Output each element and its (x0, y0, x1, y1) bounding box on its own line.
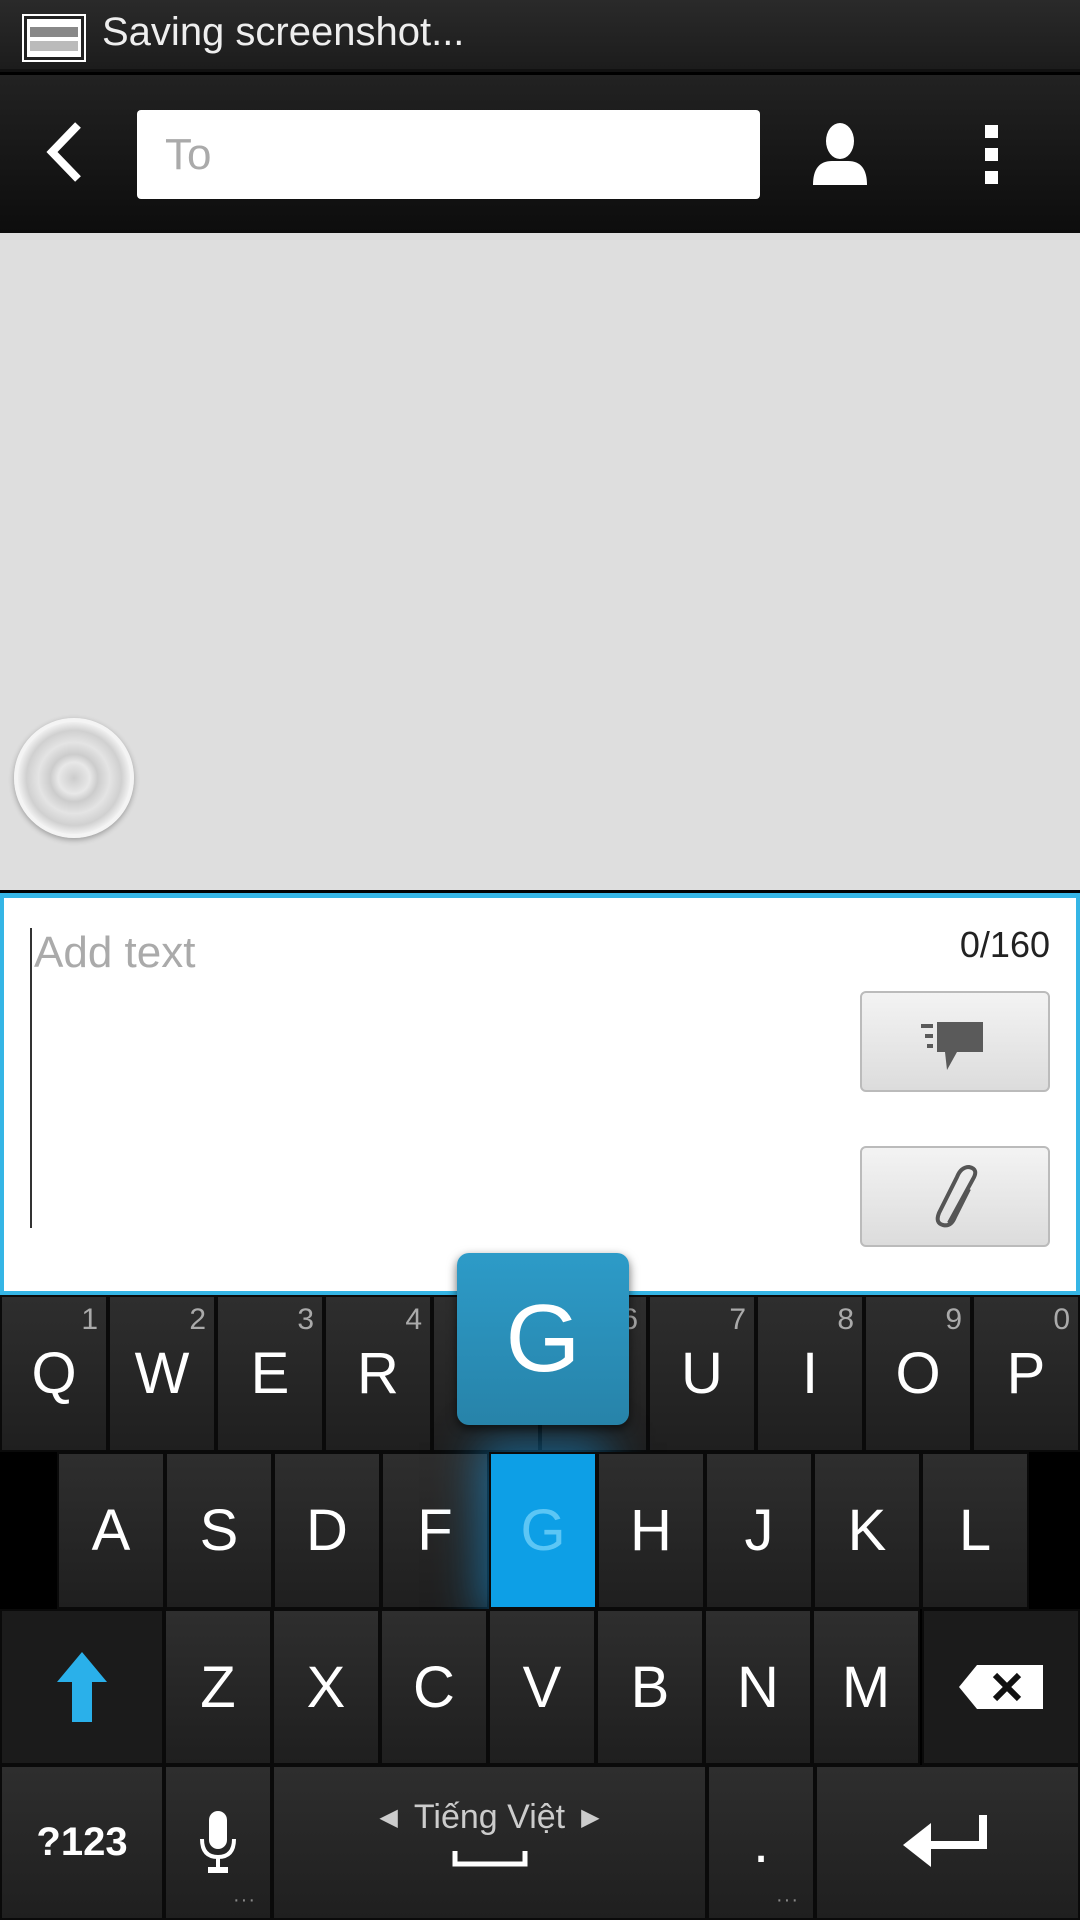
key-hint: 2 (189, 1303, 206, 1336)
key-hint: 3 (297, 1303, 314, 1336)
overflow-menu-button[interactable] (985, 125, 1005, 185)
key-e[interactable]: E3 (216, 1295, 324, 1452)
key-label: G (520, 1498, 566, 1563)
key-label: I (801, 1341, 819, 1406)
key-label: V (522, 1654, 562, 1720)
key-r[interactable]: R4 (324, 1295, 432, 1452)
send-message-icon (921, 1021, 983, 1070)
language-label: Tiếng Việt (413, 1798, 566, 1836)
key-m[interactable]: M (812, 1609, 920, 1765)
key-s[interactable]: S (165, 1452, 273, 1609)
shift-key[interactable] (0, 1609, 164, 1765)
key-label: K (847, 1498, 887, 1563)
key-label: Q (31, 1341, 77, 1406)
key-label: R (357, 1341, 399, 1406)
floating-assist-button[interactable] (14, 718, 134, 838)
language-prev-icon: ◀ (379, 1804, 398, 1831)
key-q[interactable]: Q1 (0, 1295, 108, 1452)
key-i[interactable]: I8 (756, 1295, 864, 1452)
key-x[interactable]: X (272, 1609, 380, 1765)
key-label: X (306, 1654, 346, 1720)
microphone-icon (200, 1810, 236, 1873)
key-j[interactable]: J (705, 1452, 813, 1609)
key-hint: 4 (405, 1303, 422, 1336)
key-label: L (958, 1498, 992, 1563)
key-label: P (1006, 1341, 1046, 1406)
key-label: Z (200, 1654, 236, 1720)
space-key[interactable]: ◀ Tiếng Việt ▶ (272, 1765, 707, 1920)
person-icon (813, 123, 867, 185)
enter-key[interactable] (815, 1765, 1080, 1920)
language-next-icon: ▶ (581, 1804, 600, 1831)
key-label: J (744, 1498, 774, 1563)
key-w[interactable]: W2 (108, 1295, 216, 1452)
key-a[interactable]: A (57, 1452, 165, 1609)
backspace-icon (959, 1665, 1043, 1709)
status-bar: Saving screenshot... (0, 0, 1080, 72)
key-o[interactable]: O9 (864, 1295, 972, 1452)
key-b[interactable]: B (596, 1609, 704, 1765)
key-label: D (306, 1498, 348, 1563)
period-key[interactable]: . ··· (707, 1765, 815, 1920)
key-label: A (91, 1498, 131, 1563)
key-hint: 1 (81, 1303, 98, 1336)
to-recipient-input[interactable] (137, 110, 760, 199)
key-l[interactable]: L (921, 1452, 1029, 1609)
key-c[interactable]: C (380, 1609, 488, 1765)
back-button[interactable] (40, 117, 100, 187)
key-n[interactable]: N (704, 1609, 812, 1765)
more-options-dots: ··· (233, 1889, 256, 1911)
key-label: N (737, 1654, 779, 1720)
notification-text: Saving screenshot... (102, 10, 465, 54)
key-label: E (250, 1341, 290, 1406)
paperclip-icon (935, 1164, 978, 1227)
key-g[interactable]: G (489, 1452, 597, 1609)
key-p[interactable]: P0 (972, 1295, 1080, 1452)
more-options-dots: ··· (776, 1889, 799, 1911)
key-label: W (134, 1341, 190, 1406)
key-hint: 9 (945, 1303, 962, 1336)
key-u[interactable]: U7 (648, 1295, 756, 1452)
key-label: C (413, 1654, 455, 1720)
key-label: S (199, 1498, 239, 1563)
screenshot-icon (22, 14, 86, 62)
key-label: H (630, 1498, 672, 1563)
key-label: F (417, 1498, 453, 1563)
key-hint: 0 (1053, 1303, 1070, 1336)
key-f[interactable]: F (381, 1452, 489, 1609)
key-label: M (841, 1654, 891, 1720)
backspace-key[interactable] (922, 1609, 1080, 1765)
key-d[interactable]: D (273, 1452, 381, 1609)
contacts-button[interactable] (810, 123, 870, 185)
key-hint: 8 (837, 1303, 854, 1336)
key-label: U (681, 1341, 723, 1406)
voice-input-key[interactable]: ··· (164, 1765, 272, 1920)
key-k[interactable]: K (813, 1452, 921, 1609)
message-text-input[interactable] (30, 928, 810, 1228)
conversation-area (0, 233, 1080, 890)
character-counter: 0/160 (959, 924, 1050, 965)
period-label: . (752, 1810, 770, 1875)
key-preview-popup: G (457, 1253, 629, 1425)
key-v[interactable]: V (488, 1609, 596, 1765)
key-label: B (630, 1654, 670, 1720)
attach-button[interactable] (860, 1146, 1050, 1247)
enter-arrow-icon (902, 1814, 987, 1867)
shift-arrow-icon (57, 1652, 107, 1722)
space-bar-icon (452, 1851, 527, 1867)
key-label: O (895, 1341, 941, 1406)
symbols-key[interactable]: ?123 (0, 1765, 164, 1920)
message-compose-box: 0/160 (0, 893, 1080, 1295)
chevron-left-icon (46, 122, 81, 182)
send-button[interactable] (860, 991, 1050, 1092)
key-z[interactable]: Z (164, 1609, 272, 1765)
key-hint: 7 (729, 1303, 746, 1336)
compose-header (0, 75, 1080, 233)
key-h[interactable]: H (597, 1452, 705, 1609)
